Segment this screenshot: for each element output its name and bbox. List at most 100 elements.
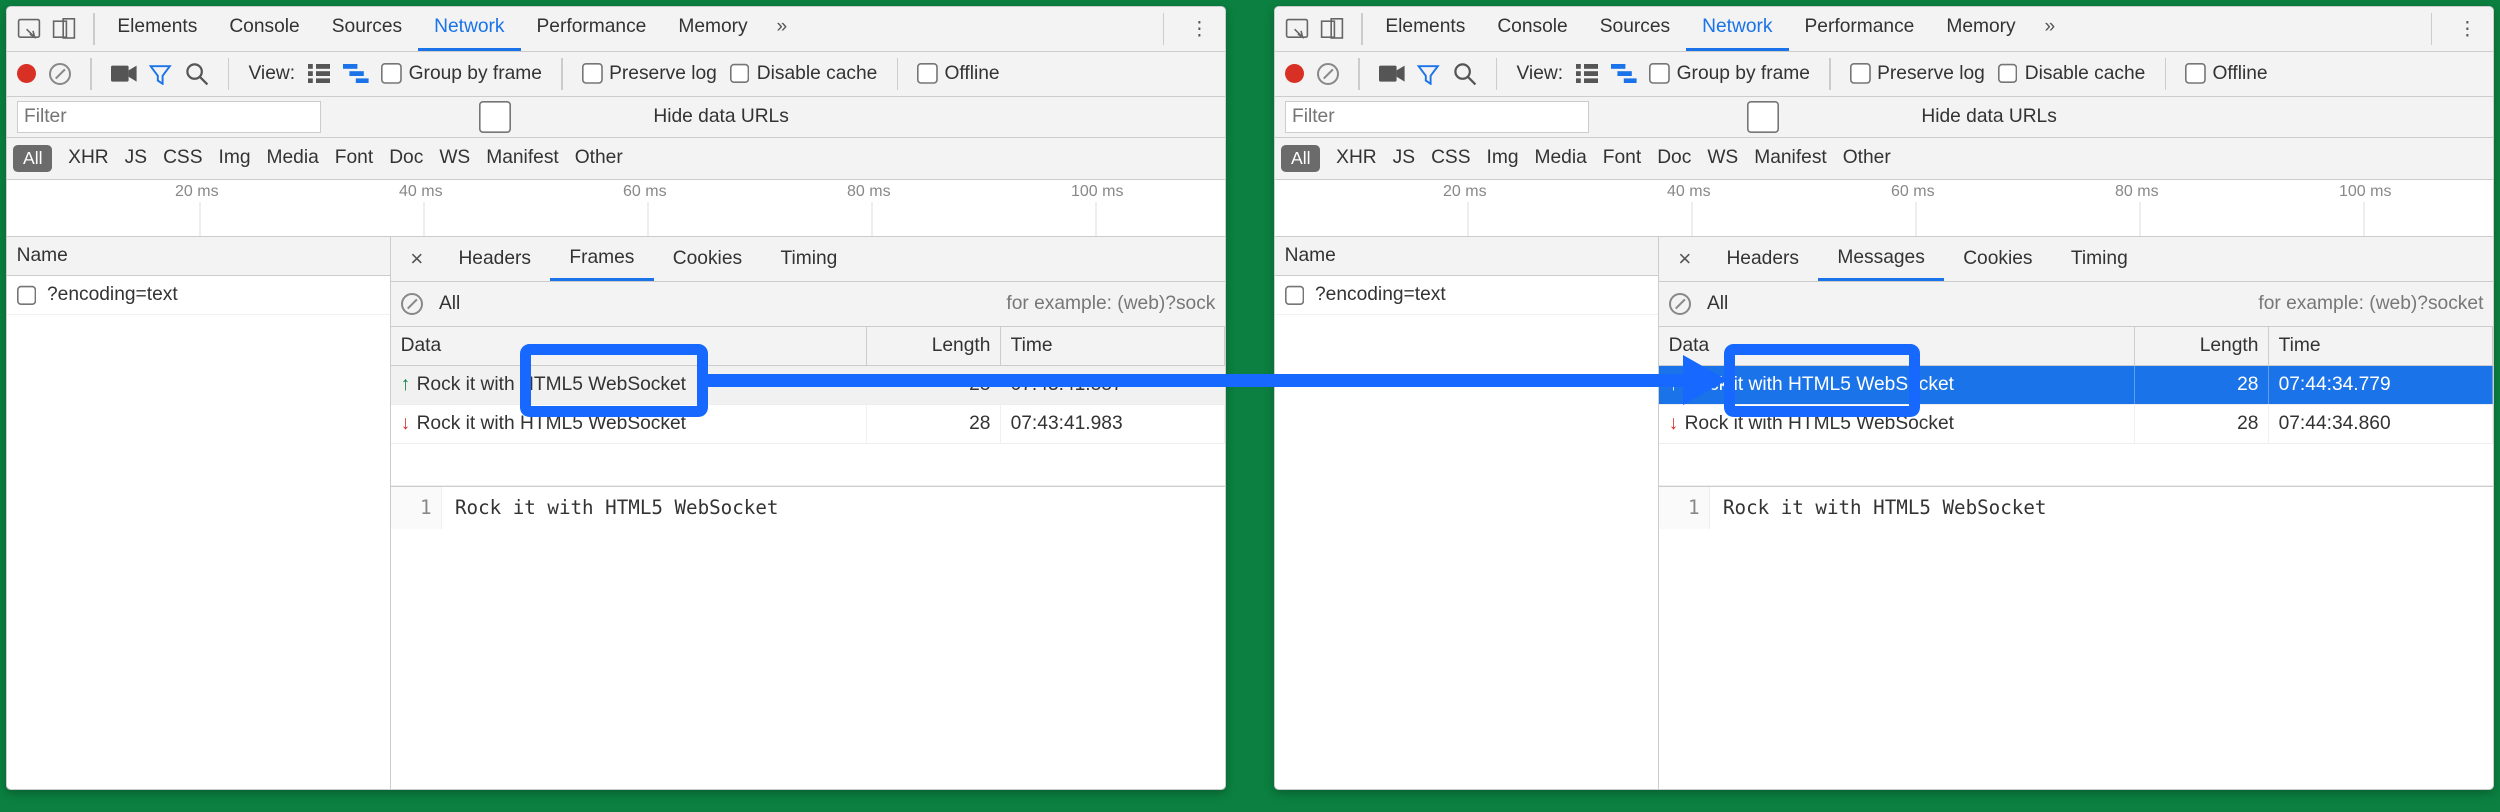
tab-sources[interactable]: Sources: [1584, 7, 1686, 51]
request-name: ?encoding=text: [47, 284, 178, 306]
tab-console[interactable]: Console: [213, 7, 315, 51]
filter-manifest[interactable]: Manifest: [486, 147, 559, 169]
detail-tab-timing[interactable]: Timing: [761, 239, 856, 280]
offline-checkbox[interactable]: Offline: [2185, 63, 2267, 85]
tab-elements[interactable]: Elements: [101, 7, 213, 51]
record-icon[interactable]: [1285, 64, 1304, 83]
filter-js[interactable]: JS: [125, 147, 147, 169]
arrow-down-icon: ↓: [401, 413, 411, 435]
filter-xhr[interactable]: XHR: [68, 147, 109, 169]
close-icon[interactable]: ×: [394, 246, 439, 272]
view-label: View:: [248, 63, 295, 85]
column-name-header[interactable]: Name: [7, 237, 390, 276]
request-checkbox[interactable]: [17, 285, 38, 306]
timeline-overview[interactable]: 20 ms 40 ms 60 ms 80 ms 100 ms: [1275, 180, 2493, 238]
record-icon[interactable]: [17, 64, 36, 83]
close-icon[interactable]: ×: [1662, 246, 1707, 272]
detail-tabs: × Headers Frames Cookies Timing: [391, 237, 1225, 282]
request-list: Name ?encoding=text: [7, 237, 391, 789]
filter-all[interactable]: All: [1281, 145, 1320, 172]
clear-messages-icon[interactable]: [1669, 293, 1691, 315]
device-icon[interactable]: [1320, 18, 1346, 40]
payload-text: Rock it with HTML5 WebSocket: [1710, 487, 2059, 529]
request-row[interactable]: ?encoding=text: [1275, 276, 1658, 315]
filter-input[interactable]: [17, 101, 321, 133]
filter-css[interactable]: CSS: [163, 147, 202, 169]
disable-cache-checkbox[interactable]: Disable cache: [1998, 63, 2146, 85]
filter-doc[interactable]: Doc: [389, 147, 423, 169]
list-view-icon[interactable]: [1576, 64, 1598, 83]
message-filter-all[interactable]: All: [1707, 293, 1728, 315]
inspect-icon[interactable]: [17, 18, 43, 40]
preserve-log-checkbox[interactable]: Preserve log: [1850, 63, 1985, 85]
message-row[interactable]: ↓Rock it with HTML5 WebSocket 28 07:44:3…: [1659, 405, 2493, 444]
hide-data-urls-checkbox[interactable]: Hide data URLs: [343, 101, 789, 133]
camera-icon[interactable]: [111, 64, 137, 83]
tab-network[interactable]: Network: [418, 7, 520, 51]
clear-icon[interactable]: [49, 63, 71, 85]
tabs-overflow-icon[interactable]: »: [764, 7, 800, 51]
col-data-header[interactable]: Data: [391, 327, 867, 365]
request-checkbox[interactable]: [1285, 285, 1306, 306]
disable-cache-checkbox[interactable]: Disable cache: [730, 63, 878, 85]
filter-icon[interactable]: [1417, 63, 1439, 85]
filter-all[interactable]: All: [13, 145, 52, 172]
tabs-overflow-icon[interactable]: »: [2032, 7, 2068, 51]
message-filter-all[interactable]: All: [439, 293, 460, 315]
arrow-down-icon: ↓: [1669, 413, 1679, 435]
preserve-log-checkbox[interactable]: Preserve log: [582, 63, 717, 85]
timeline-overview[interactable]: 20 ms 40 ms 60 ms 80 ms 100 ms: [7, 180, 1225, 238]
filter-other[interactable]: Other: [575, 147, 623, 169]
hide-data-urls-checkbox[interactable]: Hide data URLs: [1611, 101, 2057, 133]
list-view-icon[interactable]: [308, 64, 330, 83]
detail-tab-headers[interactable]: Headers: [439, 239, 550, 280]
search-icon[interactable]: [1453, 62, 1477, 86]
column-name-header[interactable]: Name: [1275, 237, 1658, 276]
tab-sources[interactable]: Sources: [316, 7, 418, 51]
clear-icon[interactable]: [1317, 63, 1339, 85]
offline-checkbox[interactable]: Offline: [917, 63, 999, 85]
filter-ws[interactable]: WS: [439, 147, 470, 169]
detail-tab-messages[interactable]: Messages: [1818, 237, 1944, 281]
detail-tab-headers[interactable]: Headers: [1707, 239, 1818, 280]
arrow-up-icon: ↑: [1669, 374, 1679, 396]
camera-icon[interactable]: [1379, 64, 1405, 83]
tab-memory[interactable]: Memory: [662, 7, 763, 51]
kebab-menu-icon[interactable]: ⋮: [1174, 7, 1225, 50]
search-icon[interactable]: [185, 62, 209, 86]
detail-tab-timing[interactable]: Timing: [2052, 239, 2147, 280]
filter-input[interactable]: [1285, 101, 1589, 133]
filter-icon[interactable]: [149, 63, 171, 85]
detail-tab-cookies[interactable]: Cookies: [1944, 239, 2052, 280]
waterfall-view-icon[interactable]: [1611, 64, 1637, 83]
network-toolbar: View: Group by frame Preserve log Disabl…: [7, 52, 1225, 97]
message-row[interactable]: ↓Rock it with HTML5 WebSocket 28 07:43:4…: [391, 405, 1225, 444]
kebab-menu-icon[interactable]: ⋮: [2442, 7, 2493, 50]
message-row[interactable]: ↑Rock it with HTML5 WebSocket 28 07:43:4…: [391, 366, 1225, 405]
col-time-header[interactable]: Time: [1001, 327, 1225, 365]
filter-font[interactable]: Font: [335, 147, 373, 169]
group-by-frame-checkbox[interactable]: Group by frame: [1649, 63, 1810, 85]
resource-type-filters: All XHR JS CSS Img Media Font Doc WS Man…: [7, 138, 1225, 180]
filter-media[interactable]: Media: [267, 147, 319, 169]
waterfall-view-icon[interactable]: [343, 64, 369, 83]
col-length-header[interactable]: Length: [867, 327, 1001, 365]
detail-tab-frames[interactable]: Frames: [550, 237, 653, 281]
device-icon[interactable]: [52, 18, 78, 40]
clear-messages-icon[interactable]: [401, 293, 423, 315]
tab-performance[interactable]: Performance: [1789, 7, 1931, 51]
tab-elements[interactable]: Elements: [1369, 7, 1481, 51]
tab-memory[interactable]: Memory: [1930, 7, 2031, 51]
devtools-panel-right: Elements Console Sources Network Perform…: [1274, 6, 2494, 790]
inspect-icon[interactable]: [1285, 18, 1311, 40]
request-row[interactable]: ?encoding=text: [7, 276, 390, 315]
filter-img[interactable]: Img: [219, 147, 251, 169]
message-row[interactable]: ↑Rock it with HTML5 WebSocket 28 07:44:3…: [1659, 366, 2493, 405]
detail-tab-cookies[interactable]: Cookies: [654, 239, 762, 280]
messages-table: Data Length Time ↑Rock it with HTML5 Web…: [391, 327, 1225, 486]
regex-hint: for example: (web)?socket: [2258, 293, 2483, 315]
tab-network[interactable]: Network: [1686, 7, 1788, 51]
tab-performance[interactable]: Performance: [521, 7, 663, 51]
group-by-frame-checkbox[interactable]: Group by frame: [381, 63, 542, 85]
tab-console[interactable]: Console: [1481, 7, 1583, 51]
